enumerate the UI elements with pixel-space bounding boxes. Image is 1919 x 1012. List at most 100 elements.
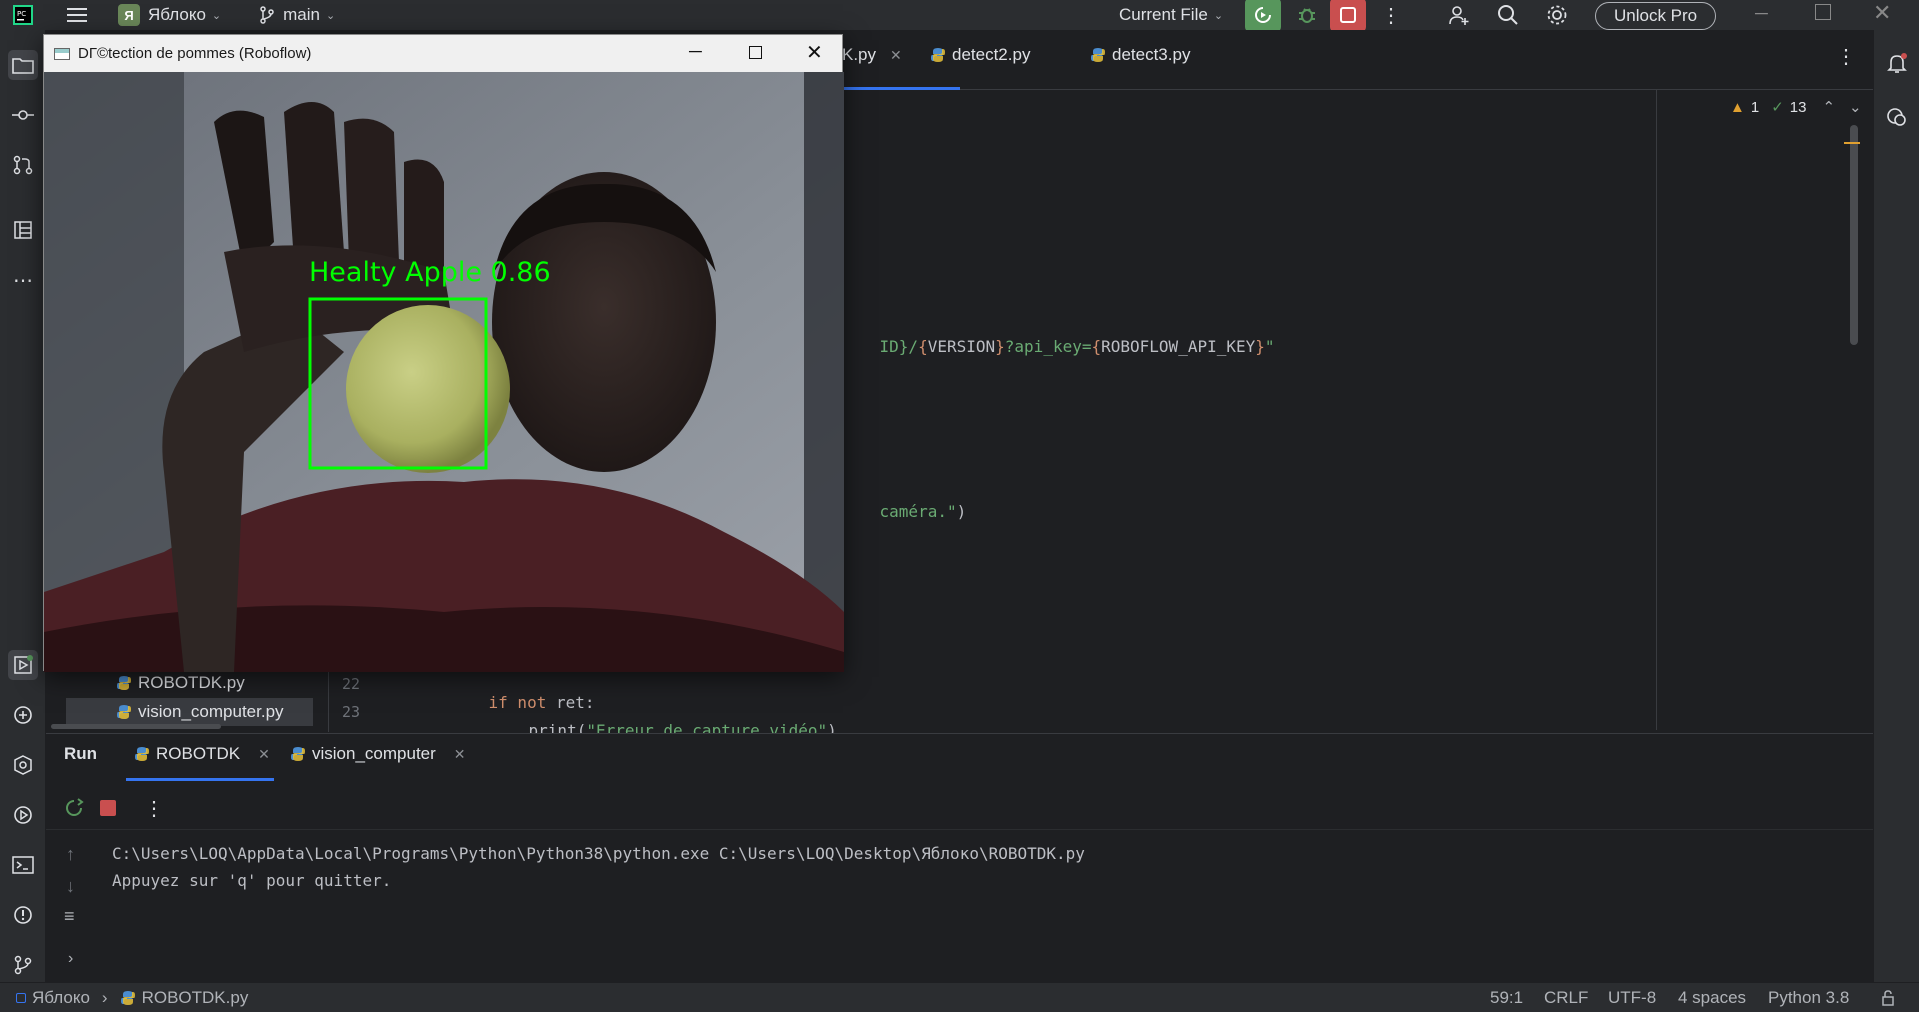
- breadcrumb-project[interactable]: Яблоко: [32, 988, 90, 1008]
- terminal-icon[interactable]: [8, 850, 38, 880]
- opencv-window-icon: [54, 47, 70, 60]
- tab-robotdk[interactable]: K.py ✕: [842, 45, 902, 65]
- branch-name: main: [283, 5, 320, 24]
- camera-frame-image: Healty Apple 0.86: [44, 72, 844, 672]
- run-config-selector[interactable]: Current File ⌄: [1119, 5, 1223, 25]
- chevron-down-icon: ⌄: [1213, 9, 1224, 22]
- camera-close-button[interactable]: ✕: [806, 40, 823, 65]
- project-badge: Я: [118, 4, 140, 26]
- detection-label: Healty Apple 0.86: [309, 257, 551, 288]
- title-bar: PC Я Яблоко ⌄ main ⌄ Current File ⌄ ⋮ Un…: [0, 0, 1919, 32]
- file-encoding[interactable]: UTF-8: [1608, 988, 1656, 1008]
- editor-scrollbar[interactable]: [1850, 125, 1858, 345]
- chevron-down-icon: ⌄: [211, 9, 222, 22]
- python-file-icon: [117, 705, 131, 719]
- services-icon[interactable]: [8, 750, 38, 780]
- search-icon[interactable]: [1493, 0, 1523, 30]
- python-interpreter[interactable]: Python 3.8: [1768, 988, 1849, 1008]
- pycharm-logo-icon[interactable]: PC: [8, 0, 38, 30]
- python-file-icon: [291, 747, 305, 761]
- close-tab-icon[interactable]: ✕: [258, 746, 270, 763]
- right-tool-strip: [1873, 30, 1919, 982]
- unlock-pro-button[interactable]: Unlock Pro: [1595, 2, 1717, 30]
- debug-icon[interactable]: [1292, 0, 1322, 30]
- run-panel-title: Run: [64, 744, 98, 763]
- tab-options-icon[interactable]: ⋮: [1836, 44, 1856, 69]
- commit-icon[interactable]: [8, 100, 38, 130]
- camera-window-titlebar[interactable]: DГ©tection de pommes (Roboflow) ─ ✕: [44, 35, 842, 72]
- camera-frame: Healty Apple 0.86: [44, 72, 844, 672]
- structure-icon[interactable]: [8, 215, 38, 245]
- status-bar: Яблоко › ROBOTDK.py 59:1 CRLF UTF-8 4 sp…: [0, 982, 1919, 1012]
- scroll-up-icon[interactable]: ↑: [66, 844, 75, 865]
- tree-item-robotdk[interactable]: ROBOTDK.py: [116, 673, 245, 693]
- more-actions-icon[interactable]: ⋮: [1376, 0, 1406, 30]
- right-margin-guide: [1656, 90, 1657, 730]
- pull-requests-icon[interactable]: [8, 150, 38, 180]
- run-services-icon[interactable]: [8, 800, 38, 830]
- expand-chevron-icon[interactable]: ›: [68, 950, 73, 968]
- close-tab-icon[interactable]: ✕: [890, 47, 902, 64]
- rerun-button[interactable]: [1245, 0, 1281, 32]
- camera-window[interactable]: DГ©tection de pommes (Roboflow) ─ ✕ Heal…: [43, 34, 844, 672]
- line-separator[interactable]: CRLF: [1544, 988, 1588, 1008]
- maximize-window-button[interactable]: [1815, 4, 1831, 20]
- indent-setting[interactable]: 4 spaces: [1678, 988, 1746, 1008]
- python-file-icon: [135, 747, 149, 761]
- close-window-button[interactable]: ✕: [1873, 0, 1891, 26]
- add-user-icon[interactable]: [1444, 0, 1474, 30]
- python-file-icon: [117, 676, 131, 690]
- lock-icon[interactable]: [1880, 990, 1896, 1011]
- left-tool-strip: ⋯: [0, 30, 46, 982]
- gear-icon[interactable]: [1542, 0, 1572, 30]
- more-tools-icon[interactable]: ⋯: [8, 265, 38, 295]
- run-tool-icon[interactable]: [8, 650, 38, 680]
- problems-icon[interactable]: [8, 900, 38, 930]
- warning-icon: ▲: [1730, 98, 1745, 116]
- camera-window-title: DГ©tection de pommes (Roboflow): [78, 45, 312, 62]
- chevron-down-icon[interactable]: ⌄: [1849, 98, 1862, 116]
- check-icon: ✓: [1771, 99, 1784, 116]
- soft-wrap-icon[interactable]: ≡: [64, 906, 75, 927]
- scroll-down-icon[interactable]: ↓: [66, 876, 75, 897]
- console-line: Appuyez sur 'q' pour quitter.: [112, 871, 392, 890]
- code-line-camera: caméra."): [879, 502, 967, 521]
- minimize-window-button[interactable]: ─: [1755, 3, 1777, 25]
- code-line-url: ID}/{VERSION}?api_key={ROBOFLOW_API_KEY}…: [879, 337, 1275, 356]
- close-tab-icon[interactable]: ✕: [454, 746, 466, 763]
- chevron-up-icon[interactable]: ⌃: [1822, 98, 1835, 116]
- stop-button[interactable]: [1330, 0, 1366, 32]
- tab-detect3[interactable]: detect3.py: [1090, 45, 1190, 65]
- project-selector[interactable]: Я Яблоко ⌄: [118, 4, 221, 26]
- warning-marker[interactable]: [1844, 142, 1860, 144]
- line-number: 23: [342, 703, 361, 721]
- breadcrumb-file[interactable]: ROBOTDK.py: [142, 988, 249, 1008]
- project-folder-icon[interactable]: [8, 50, 38, 80]
- run-tab-vision-computer[interactable]: vision_computer ✕: [290, 744, 466, 764]
- breadcrumb: Яблоко › ROBOTDK.py: [16, 988, 248, 1008]
- breadcrumb-separator: ›: [101, 987, 108, 1007]
- run-tab-robotdk[interactable]: ROBOTDK ✕: [134, 744, 270, 764]
- main-menu-icon[interactable]: [62, 0, 92, 30]
- caret-position[interactable]: 59:1: [1490, 988, 1523, 1008]
- chevron-down-icon: ⌄: [325, 9, 336, 22]
- branch-selector[interactable]: main ⌄: [259, 5, 335, 25]
- stop-icon[interactable]: [100, 800, 116, 816]
- python-packages-icon[interactable]: [8, 700, 38, 730]
- git-icon[interactable]: [8, 950, 38, 980]
- tree-scrollbar[interactable]: [51, 724, 221, 729]
- python-file-icon: [120, 990, 135, 1005]
- notifications-icon[interactable]: [1886, 52, 1908, 79]
- inspections-widget[interactable]: ▲ 1 ✓ 13 ⌃ ⌄: [1730, 98, 1862, 117]
- camera-maximize-button[interactable]: [749, 46, 762, 59]
- ai-assistant-icon[interactable]: [1886, 106, 1908, 133]
- active-run-tab-underline: [126, 778, 274, 781]
- python-file-icon: [1091, 48, 1105, 62]
- module-icon: [16, 992, 26, 1003]
- project-name: Яблоко: [148, 5, 206, 24]
- rerun-icon[interactable]: [64, 798, 84, 823]
- tree-item-vision-computer[interactable]: vision_computer.py: [116, 702, 284, 722]
- run-more-icon[interactable]: ⋮: [144, 796, 164, 821]
- tab-detect2[interactable]: detect2.py: [930, 45, 1030, 65]
- camera-minimize-button[interactable]: ─: [689, 41, 702, 62]
